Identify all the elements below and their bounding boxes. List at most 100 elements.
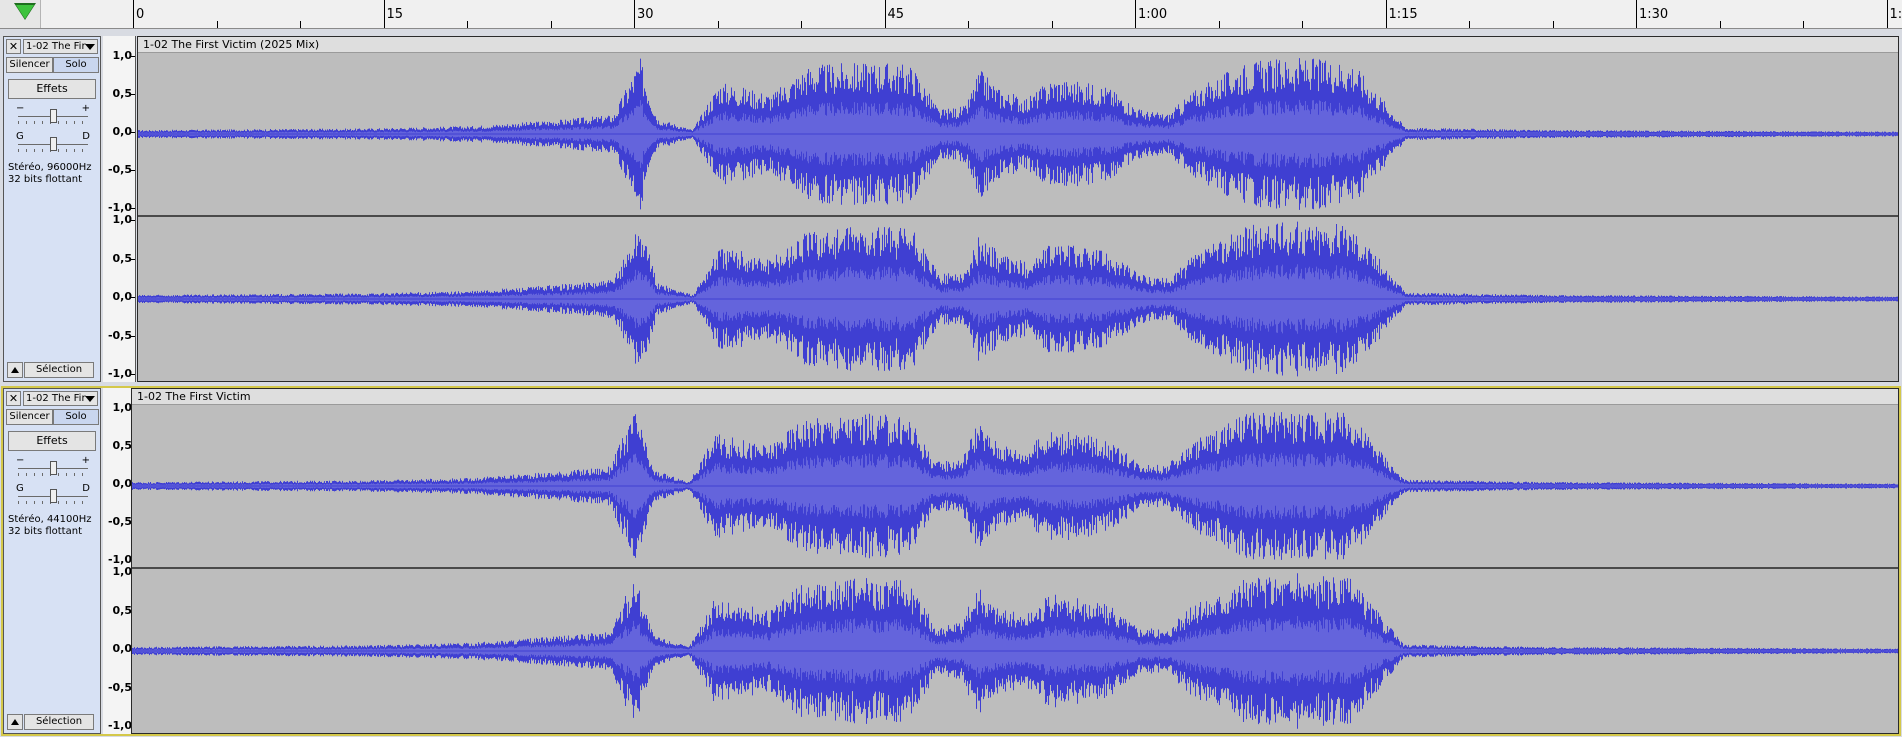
- scale-label: -0,5: [107, 328, 132, 342]
- dropdown-arrow-icon: [85, 44, 95, 50]
- track-format-depth: 32 bits flottant: [8, 174, 82, 185]
- ruler-tick-label: 45: [887, 7, 905, 22]
- mute-button[interactable]: Silencer: [6, 409, 53, 425]
- solo-button[interactable]: Solo: [53, 409, 99, 425]
- pan-slider[interactable]: G D: [14, 131, 92, 153]
- ruler-minor-tick: [1803, 21, 1804, 28]
- ruler-minor-tick: [1218, 21, 1220, 28]
- scale-label: 1,0: [112, 565, 133, 578]
- track-format-depth: 32 bits flottant: [8, 526, 82, 537]
- scale-label: 0,5: [112, 87, 133, 100]
- waveform-left-channel[interactable]: [138, 53, 1898, 215]
- mute-button[interactable]: Silencer: [6, 57, 53, 73]
- waveform-graphic: [138, 221, 1898, 377]
- scale-label: -0,5: [107, 163, 132, 176]
- scale-label: 0,0: [112, 290, 133, 303]
- scale-label: 0,5: [112, 603, 133, 617]
- ruler-minor-tick: [1552, 21, 1554, 28]
- scale-tick: [131, 132, 135, 133]
- scale-label: 0,0: [112, 125, 133, 138]
- audio-clip[interactable]: 1-02 The First Victim (2025 Mix): [137, 36, 1899, 382]
- waveform-graphic: [132, 412, 1898, 560]
- scale-tick: [131, 94, 135, 95]
- dropdown-arrow-icon: [85, 396, 95, 402]
- scale-label: 1,0: [112, 401, 133, 414]
- scale-tick: [131, 297, 135, 298]
- ruler-tick-label: 30: [637, 7, 654, 22]
- scale-tick: [131, 208, 135, 209]
- ruler-minor-tick: [1051, 21, 1053, 28]
- waveform-graphic: [138, 58, 1898, 210]
- pan-slider-thumb[interactable]: [50, 489, 57, 503]
- ruler-minor-tick: [1719, 21, 1721, 28]
- ruler-major-tick: [1385, 0, 1387, 28]
- ruler-tick-label: 1:15: [1388, 7, 1418, 22]
- clip-name-bar[interactable]: 1-02 The First Victim (2025 Mix): [138, 37, 1898, 53]
- solo-button[interactable]: Solo: [53, 57, 99, 73]
- scale-tick: [131, 56, 135, 57]
- pan-right-label: D: [82, 483, 90, 494]
- waveform-graphic: [132, 573, 1898, 729]
- ruler-minor-tick: [216, 21, 218, 28]
- vertical-scale[interactable]: 1,0 0,5 0,0 -0,5 -1,0 1,0 0,5 0,0 -0,5 -1,0: [103, 36, 136, 382]
- ruler-minor-tick: [300, 21, 301, 28]
- gain-slider-thumb[interactable]: [50, 109, 57, 123]
- scale-label: -1,0: [107, 367, 132, 380]
- scale-label: 0,0: [112, 477, 133, 490]
- ruler-major-tick: [133, 0, 134, 28]
- ruler-tick-label: 1:30: [1639, 7, 1669, 22]
- scale-label: -0,5: [107, 680, 132, 694]
- ruler-minor-tick: [1302, 21, 1303, 28]
- select-track-button[interactable]: Sélection: [24, 362, 94, 378]
- close-track-button[interactable]: ✕: [6, 39, 21, 54]
- clip-name-bar[interactable]: 1-02 The First Victim: [132, 389, 1898, 405]
- scale-tick: [131, 335, 135, 337]
- ruler-tick-label: 15: [386, 7, 404, 22]
- ruler-minor-tick: [550, 21, 552, 28]
- waveform-right-channel[interactable]: [138, 217, 1898, 381]
- collapse-track-icon[interactable]: [7, 714, 23, 730]
- pan-left-label: G: [16, 483, 24, 494]
- ruler-major-tick: [884, 0, 886, 28]
- ruler-minor-tick: [717, 21, 719, 28]
- track-name-label: 1-02 The Fir: [26, 41, 86, 52]
- pan-slider[interactable]: G D: [14, 483, 92, 505]
- scale-label: 0,5: [112, 439, 133, 452]
- track-control-panel: ✕ 1-02 The Fir Silencer Solo Effets − + …: [3, 36, 101, 382]
- gain-max-label: +: [81, 103, 90, 114]
- pan-left-label: G: [16, 131, 24, 142]
- track-format-rate: Stéréo, 96000Hz: [8, 162, 92, 173]
- ruler-major-tick: [383, 0, 385, 28]
- ruler-major-tick: [1135, 0, 1136, 28]
- gain-slider-thumb[interactable]: [50, 461, 57, 475]
- select-track-button[interactable]: Sélection: [24, 714, 94, 730]
- waveform-right-channel[interactable]: [132, 569, 1898, 733]
- effects-button[interactable]: Effets: [8, 79, 96, 99]
- track-menu-button[interactable]: 1-02 The Fir: [23, 391, 98, 406]
- gain-min-label: −: [16, 455, 25, 466]
- pan-slider-thumb[interactable]: [50, 137, 57, 151]
- scale-tick: [131, 170, 135, 171]
- track-menu-button[interactable]: 1-02 The Fir: [23, 39, 98, 54]
- play-head-marker-icon[interactable]: [16, 5, 34, 19]
- pan-right-label: D: [82, 131, 90, 142]
- collapse-track-icon[interactable]: [7, 362, 23, 378]
- ruler-minor-tick: [467, 21, 468, 28]
- track-control-panel: ✕ 1-02 The Fir Silencer Solo Effets − + …: [3, 388, 101, 734]
- audio-clip[interactable]: 1-02 The First Victim: [131, 388, 1899, 734]
- gain-max-label: +: [81, 455, 90, 466]
- scale-tick: [131, 220, 135, 221]
- close-track-button[interactable]: ✕: [6, 391, 21, 406]
- gain-slider[interactable]: − +: [14, 455, 92, 477]
- effects-button[interactable]: Effets: [8, 431, 96, 451]
- timeline-ruler[interactable]: 0 15 30 45 1:00 1:15 1:30 1:45: [0, 0, 1902, 29]
- gain-slider[interactable]: − +: [14, 103, 92, 125]
- ruler-minor-tick: [801, 21, 802, 28]
- ruler-tick-label: 1:45: [1889, 7, 1902, 22]
- audio-track-1: ✕ 1-02 The Fir Silencer Solo Effets − + …: [3, 36, 1899, 382]
- gain-min-label: −: [16, 103, 25, 114]
- ruler-major-tick: [634, 0, 635, 28]
- ruler-corner: [0, 0, 41, 28]
- ruler-minor-tick: [968, 21, 969, 28]
- waveform-left-channel[interactable]: [132, 405, 1898, 567]
